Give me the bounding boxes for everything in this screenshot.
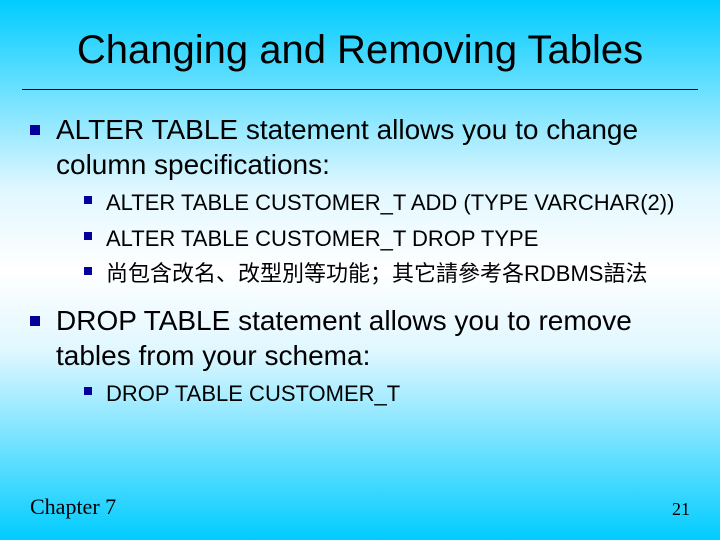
bullet-item: ALTER TABLE statement allows you to chan… xyxy=(30,112,690,182)
sub-bullet-item: ALTER TABLE CUSTOMER_T ADD (TYPE VARCHAR… xyxy=(84,188,690,218)
sub-bullet-text: DROP TABLE CUSTOMER_T xyxy=(106,379,400,409)
bullet-text: ALTER TABLE statement allows you to chan… xyxy=(56,112,690,182)
page-number: 21 xyxy=(672,499,690,520)
bullet-icon xyxy=(84,232,92,240)
bullet-icon xyxy=(30,125,40,135)
sub-bullet-text: 尚包含改名、改型別等功能；其它請參考各RDBMS語法 xyxy=(106,259,647,289)
sub-list: DROP TABLE CUSTOMER_T xyxy=(84,379,690,409)
bullet-icon xyxy=(84,196,92,204)
sub-bullet-item: ALTER TABLE CUSTOMER_T DROP TYPE xyxy=(84,224,690,254)
sub-list: ALTER TABLE CUSTOMER_T ADD (TYPE VARCHAR… xyxy=(84,188,690,289)
sub-bullet-text: ALTER TABLE CUSTOMER_T DROP TYPE xyxy=(106,224,538,254)
bullet-text: DROP TABLE statement allows you to remov… xyxy=(56,303,690,373)
slide: Changing and Removing Tables ALTER TABLE… xyxy=(0,0,720,540)
chapter-label: Chapter 7 xyxy=(30,494,116,520)
bullet-icon xyxy=(84,387,92,395)
sub-bullet-item: 尚包含改名、改型別等功能；其它請參考各RDBMS語法 xyxy=(84,259,690,289)
bullet-item: DROP TABLE statement allows you to remov… xyxy=(30,303,690,373)
slide-title: Changing and Removing Tables xyxy=(0,0,720,81)
footer: Chapter 7 21 xyxy=(30,494,690,520)
bullet-icon xyxy=(84,267,92,275)
sub-bullet-text: ALTER TABLE CUSTOMER_T ADD (TYPE VARCHAR… xyxy=(106,188,674,218)
content-area: ALTER TABLE statement allows you to chan… xyxy=(0,90,720,409)
sub-bullet-item: DROP TABLE CUSTOMER_T xyxy=(84,379,690,409)
bullet-icon xyxy=(30,316,40,326)
